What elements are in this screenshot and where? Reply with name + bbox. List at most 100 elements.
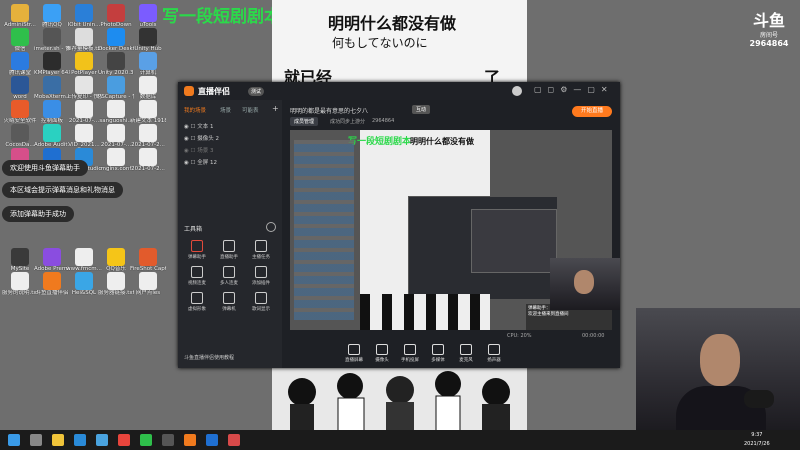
desktop-icon[interactable]: MySite — [2, 248, 38, 272]
desktop-icon[interactable]: 服务器链接.txt — [98, 272, 134, 296]
desktop-icon[interactable]: 服务的说明.txt — [2, 272, 38, 296]
store-icon[interactable] — [96, 434, 108, 446]
desktop-icon[interactable]: 腾讯课堂 — [2, 52, 38, 76]
desktop-icon[interactable]: 2021-07-2... — [130, 124, 166, 148]
desktop-icon-image — [139, 148, 157, 166]
desktop-icon[interactable]: www.fmcm... — [66, 248, 102, 272]
chrome-icon[interactable] — [118, 434, 130, 446]
member-manage-button[interactable]: 成员管理 — [290, 117, 319, 126]
vscode-icon[interactable] — [74, 434, 86, 446]
tool-item[interactable]: 虚拟形象 — [184, 292, 210, 312]
stream-category-tag[interactable]: 互动 — [412, 105, 431, 114]
desktop-icon-image — [107, 4, 125, 22]
media-icon[interactable] — [228, 434, 240, 446]
desktop-icon[interactable]: MobaXterm - 快捷方式 — [34, 76, 70, 100]
tool-item[interactable]: 多人连麦 — [216, 266, 242, 286]
task-view-icon[interactable] — [30, 434, 42, 446]
source-row[interactable]: ◉ ☐ 文本 1 — [184, 122, 213, 130]
desktop-icon[interactable]: 推荐量模板.txt — [66, 28, 102, 52]
live-companion-window[interactable]: 直播伴侣 测试 ▢◻⚙—▢✕ 我的场景 场景 可能表 + ◉ ☐ 文本 1 ◉ … — [178, 82, 620, 368]
desktop-icon[interactable]: AdminiStr... — [2, 4, 38, 28]
desktop-icon[interactable]: Adobe Premiere... — [34, 248, 70, 272]
control-button[interactable]: 摄像头 — [370, 344, 394, 363]
desktop-icon[interactable]: 数据库 — [130, 76, 166, 100]
desktop-icon[interactable]: sanguoshi... — [98, 100, 134, 124]
app-title: 直播伴侣 — [198, 87, 230, 96]
tutorial-link[interactable]: 斗鱼直播伴侣使用教程 — [184, 354, 234, 361]
desktop-icon[interactable]: 计算机 — [130, 52, 166, 76]
tool-item[interactable]: 弹幕机 — [216, 292, 242, 312]
wechat-icon[interactable] — [140, 434, 152, 446]
desktop-icon[interactable]: FireShot Capture 0... — [130, 248, 166, 272]
desktop-icon[interactable]: KMPlayer 64X — [34, 52, 70, 76]
desktop-icon[interactable]: IObit Unin... — [66, 4, 102, 28]
control-button[interactable]: 直播屏幕 — [342, 344, 366, 363]
desktop-icon[interactable]: word — [2, 76, 38, 100]
desktop-icon-label: 斗鱼直播伴侣 — [35, 290, 69, 296]
control-label: 扬声器 — [487, 358, 501, 363]
photoshop-icon[interactable] — [206, 434, 218, 446]
desktop-icon-image — [107, 272, 125, 290]
toolbox-settings-icon[interactable] — [266, 222, 276, 232]
desktop-icon[interactable]: 上传复印 - 快捷方式 — [66, 76, 102, 100]
desktop-icon-image — [75, 100, 93, 118]
desktop-icon-image — [139, 76, 157, 94]
control-icon — [376, 344, 388, 355]
desktop-icon[interactable]: QQ音乐 — [98, 248, 134, 272]
desktop-icon[interactable]: 新建文本 19189072... — [130, 100, 166, 124]
add-source-icon[interactable]: + — [272, 104, 279, 113]
desktop-icon[interactable]: Unity Hub — [130, 28, 166, 52]
desktop-icon[interactable]: uTools — [130, 4, 166, 28]
desktop-icon[interactable]: Adobe Audit... — [34, 124, 70, 148]
desktop-icon[interactable]: 2021-07-... — [66, 100, 102, 124]
desktop-icon[interactable]: 斗鱼直播伴侣 — [34, 272, 70, 296]
windows-icon[interactable] — [8, 434, 20, 446]
desktop-icon[interactable]: imeter.sh - 快捷方式 — [34, 28, 70, 52]
tool-item[interactable]: 添加插件 — [248, 266, 274, 286]
tool-item[interactable]: 弹幕助手 — [184, 240, 210, 260]
tab-my-scenes[interactable]: 我的场景 — [184, 106, 206, 114]
desktop-icon[interactable]: Docker Desktop — [98, 28, 134, 52]
start-live-button[interactable]: 开始直播 — [572, 106, 612, 117]
tab-list[interactable]: 可能表 — [242, 106, 259, 114]
tool-label: 视频连麦 — [188, 281, 206, 286]
source-row[interactable]: ◉ ☐ 全屏 12 — [184, 158, 217, 166]
desktop-icon[interactable]: Hei&SQL — [66, 272, 102, 296]
explorer-icon[interactable] — [52, 434, 64, 446]
avatar[interactable] — [512, 86, 522, 96]
desktop-icon[interactable]: 2021-07-... — [98, 124, 134, 148]
desktop-icon-image — [11, 4, 29, 22]
desktop-icon[interactable]: Unity 2020.3.12f1 — [98, 52, 134, 76]
tool-item[interactable]: 直播助手 — [216, 240, 242, 260]
terminal-icon[interactable] — [162, 434, 174, 446]
douyu-room-label: 房间号 — [759, 32, 778, 39]
control-button[interactable]: 麦克风 — [454, 344, 478, 363]
desktop-icon[interactable]: 控制面板 — [34, 100, 70, 124]
desktop-icon[interactable]: 腾讯QQ — [34, 4, 70, 28]
source-row[interactable]: ◉ ☐ 摄像头 2 — [184, 134, 219, 142]
tool-item[interactable]: 视频连麦 — [184, 266, 210, 286]
window-titlebar[interactable]: 直播伴侣 测试 ▢◻⚙—▢✕ — [178, 82, 620, 100]
source-row[interactable]: ◉ ☐ 场景 3 — [184, 146, 213, 154]
desktop-icon[interactable]: CocosDa... — [2, 124, 38, 148]
control-button[interactable]: 手机投屏 — [398, 344, 422, 363]
tool-item[interactable]: 歌词显示 — [248, 292, 274, 312]
window-controls[interactable]: ▢◻⚙—▢✕ — [534, 85, 614, 94]
stream-title[interactable]: 明明的都是最有意思的七夕八 — [290, 106, 368, 115]
room-note: 成功同步上游分 — [330, 119, 366, 125]
desktop-icon[interactable]: 火绒安全软件 — [2, 100, 38, 124]
tab-scenes[interactable]: 场景 — [220, 106, 231, 114]
control-button[interactable]: 扬声器 — [482, 344, 506, 363]
desktop-icon[interactable]: PhotoDown — [98, 4, 134, 28]
desktop-icon[interactable]: mginx.conf — [98, 148, 134, 172]
douyu-icon[interactable] — [184, 434, 196, 446]
desktop-icon[interactable]: VID_2021... — [66, 124, 102, 148]
desktop-icon[interactable]: 微信 — [2, 28, 38, 52]
desktop-icon[interactable]: PotPlayer — [66, 52, 102, 76]
control-button[interactable]: 多媒体 — [426, 344, 450, 363]
system-clock[interactable]: 9:37 2021/7/26 — [744, 431, 770, 449]
tool-item[interactable]: 主播任务 — [248, 240, 274, 260]
desktop-icon[interactable]: 网户点ies — [130, 272, 166, 296]
desktop-icon[interactable]: PSCapture - 快捷方式 — [98, 76, 134, 100]
desktop-icon[interactable]: 2021-07-2... — [130, 148, 166, 172]
